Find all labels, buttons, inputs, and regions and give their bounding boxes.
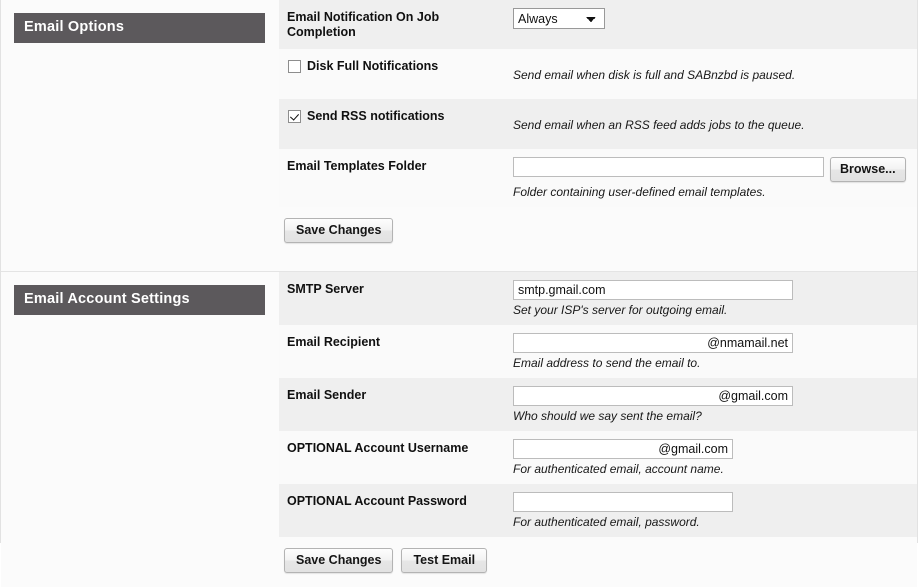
section-email-options-left: Email Options [1,0,279,43]
email-options-buttons: Save Changes [279,207,917,257]
label-email-notification: Email Notification On Job Completion [287,10,440,39]
row-email-notification: Email Notification On Job Completion Alw… [279,0,917,49]
row-send-rss-notifications: Send RSS notifications Send email when a… [279,99,917,149]
email-options-save-changes-button[interactable]: Save Changes [284,218,394,243]
label-smtp-server: SMTP Server [287,282,364,296]
help-email-sender: Who should we say sent the email? [513,409,702,423]
field-smtp-server: Set your ISP's server for outgoing email… [513,272,917,325]
email-options-spacer [279,257,917,271]
send-rss-notifications-checkbox[interactable] [288,110,301,123]
disk-full-notifications-checkbox[interactable] [288,60,301,73]
section-email-account-settings-left: Email Account Settings [1,272,279,315]
field-email-sender: Who should we say sent the email? [513,378,917,431]
label-email-recipient: Email Recipient [287,335,381,349]
email-account-save-changes-button[interactable]: Save Changes [284,548,394,573]
label-send-rss-notifications-text: Send RSS notifications [307,109,445,123]
label-account-username: OPTIONAL Account Username [287,441,469,455]
settings-page: Email Options Email Notification On Job … [0,0,918,587]
label-disk-full-notifications: Disk Full Notifications [279,49,513,83]
label-email-sender: Email Sender [287,388,367,402]
help-account-password: For authenticated email, password. [513,515,700,529]
row-email-sender: Email Sender Who should we say sent the … [279,378,917,431]
test-email-button[interactable]: Test Email [401,548,488,573]
row-email-templates-folder: Email Templates Folder Browse... Folder … [279,149,917,207]
email-sender-input[interactable] [513,386,793,406]
help-email-recipient: Email address to send the email to. [513,356,701,370]
section-email-account-settings-fields: SMTP Server Set your ISP's server for ou… [279,272,917,587]
email-templates-folder-input[interactable] [513,157,824,177]
field-send-rss-notifications: Send email when an RSS feed adds jobs to… [513,99,917,149]
label-disk-full-notifications-text: Disk Full Notifications [307,59,439,73]
field-account-username: For authenticated email, account name. [513,431,917,484]
account-password-input[interactable] [513,492,733,512]
label-account-password: OPTIONAL Account Password [287,494,467,508]
row-account-username: OPTIONAL Account Username For authentica… [279,431,917,484]
field-email-templates-folder: Browse... Folder containing user-defined… [513,149,917,207]
section-title-email-options: Email Options [14,13,265,43]
row-email-recipient: Email Recipient Email address to send th… [279,325,917,378]
email-account-buttons: Save Changes Test Email [279,537,917,587]
row-account-password: OPTIONAL Account Password For authentica… [279,484,917,537]
help-disk-full-notifications: Send email when disk is full and SABnzbd… [513,68,796,82]
field-disk-full-notifications: Send email when disk is full and SABnzbd… [513,49,917,99]
field-email-notification: Always Never Error-only End-of-queue [513,0,917,36]
field-email-recipient: Email address to send the email to. [513,325,917,378]
email-notification-select[interactable]: Always Never Error-only End-of-queue [513,8,605,29]
section-email-account-settings: Email Account Settings SMTP Server Set y… [1,272,917,587]
help-account-username: For authenticated email, account name. [513,462,724,476]
help-smtp-server: Set your ISP's server for outgoing email… [513,303,728,317]
section-title-email-account-settings: Email Account Settings [14,285,265,315]
help-send-rss-notifications: Send email when an RSS feed adds jobs to… [513,118,805,132]
label-send-rss-notifications: Send RSS notifications [279,99,513,133]
account-username-input[interactable] [513,439,733,459]
email-recipient-input[interactable] [513,333,793,353]
section-email-options: Email Options Email Notification On Job … [1,0,917,272]
smtp-server-input[interactable] [513,280,793,300]
row-smtp-server: SMTP Server Set your ISP's server for ou… [279,272,917,325]
row-disk-full-notifications: Disk Full Notifications Send email when … [279,49,917,99]
help-email-templates-folder: Folder containing user-defined email tem… [513,185,766,199]
label-email-templates-folder: Email Templates Folder [287,159,427,173]
field-account-password: For authenticated email, password. [513,484,917,537]
browse-button[interactable]: Browse... [830,157,906,182]
section-email-options-fields: Email Notification On Job Completion Alw… [279,0,917,271]
